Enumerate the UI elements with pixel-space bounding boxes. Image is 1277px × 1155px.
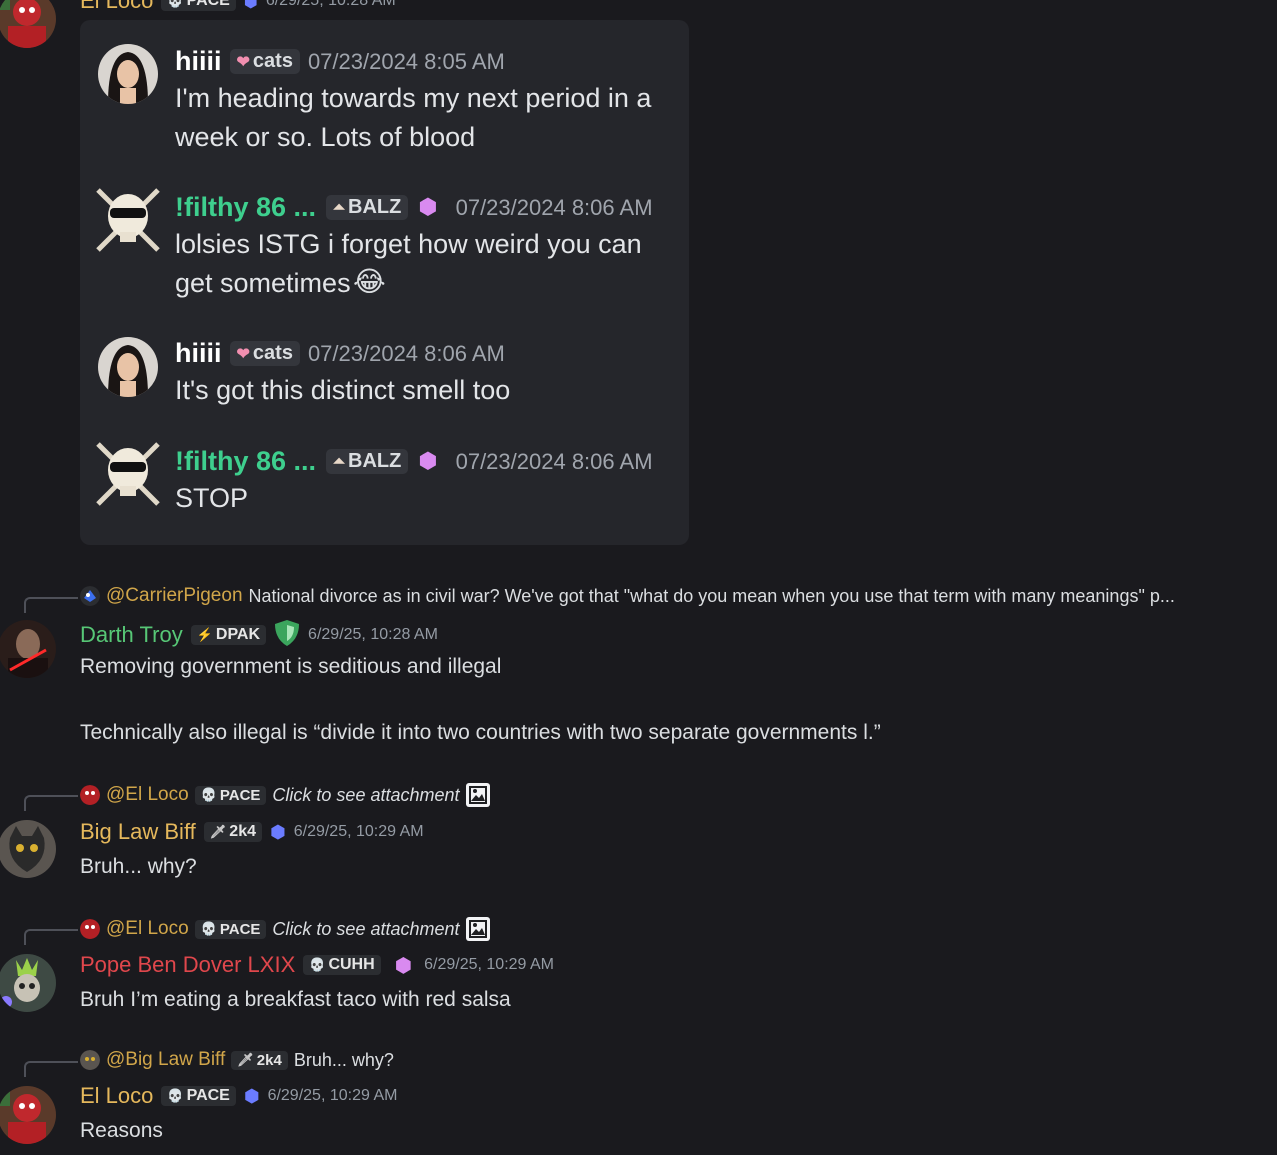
skull-icon: 💀 (167, 1088, 184, 1103)
carrierpigeon-avatar (80, 586, 100, 606)
server-tag: ❤ cats (229, 341, 300, 366)
hiiii-avatar (98, 44, 158, 104)
timestamp: 6/29/25, 10:29 AM (267, 1087, 398, 1104)
skull-icon: 💀 (200, 921, 217, 936)
server-tag: 💀 PACE (161, 0, 236, 11)
username[interactable]: Darth Troy (80, 622, 183, 648)
filthy-skull-avatar (92, 184, 164, 256)
reply-text: Click to see attachment (272, 918, 460, 939)
server-tag: 💀 PACE (194, 919, 267, 939)
message-text: Bruh... why? (80, 855, 197, 878)
gem-icon: ⬢ (243, 1085, 260, 1107)
server-tag: 💀 PACE (194, 785, 267, 805)
username[interactable]: El Loco (80, 1083, 153, 1109)
reply-username[interactable]: @Big Law Biff (106, 1049, 225, 1071)
gem-icon: ⬢ (243, 0, 258, 11)
el-loco-avatar[interactable] (0, 1086, 56, 1144)
gem-icon: ⬢ (418, 195, 438, 220)
laughing-emoji: 😂 (353, 265, 386, 298)
timestamp: 6/29/25, 10:29 AM (424, 956, 554, 973)
username: hiiii (175, 46, 222, 76)
sword-icon: 🗡 (237, 1052, 254, 1067)
chat-page: El Loco 💀 PACE ⬢ 6/29/25, 10:28 AM hiiii … (0, 0, 1277, 1155)
reply-preview[interactable]: @El Loco 💀 PACE Click to see attachment (80, 783, 490, 807)
image-icon (465, 917, 490, 941)
message-text: lolsies ISTG i forget how weird you can … (175, 229, 642, 298)
garlic-icon: ⏶ (333, 453, 346, 470)
reply-connector (24, 1061, 78, 1077)
timestamp: 07/23/2024 8:06 AM (307, 340, 505, 366)
server-tag: 💀 CUHH (303, 955, 381, 975)
skull-icon: 💀 (309, 957, 326, 972)
gem-icon: ⬢ (270, 821, 286, 843)
reply-preview[interactable]: @Big Law Biff 🗡 2k4 Bruh... why? (80, 1049, 394, 1071)
reply-username[interactable]: @El Loco (106, 918, 189, 940)
sword-icon: 🗡 (209, 824, 227, 839)
timestamp: 6/29/25, 10:28 AM (265, 0, 396, 9)
reply-text: Click to see attachment (272, 784, 460, 805)
reply-connector (24, 597, 78, 613)
pope-ben-dover-avatar[interactable] (0, 954, 56, 1012)
username[interactable]: El Loco (80, 0, 153, 14)
username: hiiii (175, 338, 222, 368)
skull-icon: 💀 (167, 0, 184, 8)
message-text: Reasons (80, 1119, 163, 1142)
message-text: STOP (175, 483, 249, 513)
lightning-icon: ⚡ (196, 627, 213, 642)
forwarded-screenshot-card[interactable]: hiiii ❤ cats 07/23/2024 8:05 AM I'm headi… (80, 20, 689, 545)
message-text: Removing government is seditious and ill… (80, 655, 881, 744)
username[interactable]: Pope Ben Dover LXIX (80, 952, 295, 978)
el-loco-avatar[interactable] (0, 0, 56, 48)
big-law-biff-avatar[interactable] (0, 820, 56, 878)
username[interactable]: Big Law Biff (80, 819, 196, 845)
reply-connector (24, 929, 78, 945)
message-text: It's got this distinct smell too (175, 375, 511, 405)
reply-preview[interactable]: @El Loco 💀 PACE Click to see attachment (80, 917, 490, 941)
timestamp: 6/29/25, 10:29 AM (293, 823, 424, 840)
reply-preview[interactable]: @CarrierPigeon National divorce as in ci… (80, 585, 1175, 607)
shield-icon (274, 619, 300, 651)
server-tag: ⚡ DPAK (190, 625, 267, 645)
timestamp: 07/23/2024 8:06 AM (455, 194, 653, 220)
message-text: I'm heading towards my next period in a … (175, 83, 652, 152)
timestamp: 07/23/2024 8:06 AM (455, 448, 653, 474)
reply-username[interactable]: @CarrierPigeon (106, 585, 243, 607)
garlic-icon: ⏶ (333, 199, 346, 216)
el-loco-mini-avatar (80, 919, 100, 939)
big-law-biff-mini-avatar (80, 1050, 100, 1070)
gem-icon: ⬢ (394, 953, 413, 977)
gem-icon: ⬢ (418, 449, 438, 474)
server-tag: ⏶ BALZ (326, 195, 409, 220)
timestamp: 6/29/25, 10:28 AM (308, 626, 438, 643)
filthy-skull-avatar (92, 438, 164, 510)
darth-troy-avatar[interactable] (0, 620, 56, 678)
username: !filthy 86 ... (175, 446, 317, 476)
el-loco-mini-avatar (80, 785, 100, 805)
server-tag: ⏶ BALZ (326, 449, 409, 474)
reply-text: Bruh... why? (293, 1049, 394, 1070)
hiiii-avatar (98, 337, 158, 397)
server-tag: ❤ cats (229, 49, 300, 74)
heart-icon: ❤ (236, 53, 250, 71)
server-tag: 🗡 2k4 (203, 822, 262, 842)
reply-username[interactable]: @El Loco (106, 784, 189, 806)
timestamp: 07/23/2024 8:05 AM (307, 48, 505, 74)
username: !filthy 86 ... (175, 192, 317, 222)
image-icon (465, 783, 490, 807)
reply-connector (24, 795, 78, 811)
server-tag: 💀 PACE (161, 1086, 236, 1106)
heart-icon: ❤ (236, 345, 250, 363)
skull-icon: 💀 (200, 787, 217, 802)
message-text: Bruh I’m eating a breakfast taco with re… (80, 988, 511, 1011)
server-tag: 🗡 2k4 (231, 1050, 288, 1070)
reply-text: National divorce as in civil war? We've … (248, 585, 1175, 606)
